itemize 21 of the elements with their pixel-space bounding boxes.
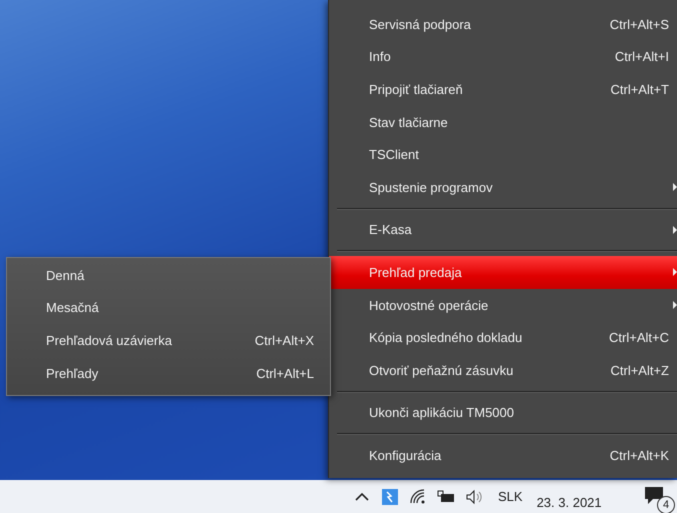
menu-item[interactable]: Spustenie programov [329,170,677,204]
menu-item[interactable]: Hotovostné operácie [329,288,677,322]
menu-item[interactable]: Servisná podpora Ctrl+Alt+S [329,8,677,41]
menu-item[interactable]: Mesačná [7,292,330,324]
menu-item[interactable]: Prehľad predaja [329,256,677,289]
menu-item[interactable]: Pripojiť tlačiareň Ctrl+Alt+T [329,73,677,106]
taskbar-date[interactable]: 23. 3. 2021 [536,495,602,510]
menu-item[interactable]: Konfigurácia Ctrl+Alt+K [329,439,677,472]
menu-item[interactable]: Ukonči aplikáciu TM5000 [329,396,677,430]
menu-item[interactable]: Kópia posledného dokladu Ctrl+Alt+C [329,321,677,354]
menu-item[interactable]: Otvoriť peňažnú zásuvku Ctrl+Alt+Z [329,354,677,387]
menu-item[interactable]: E-Kasa [329,214,677,246]
notification-count: 4 [657,496,675,513]
menu-item[interactable]: Denná [7,259,330,292]
menu-item[interactable]: Prehľadová uzávierka Ctrl+Alt+X [7,324,330,357]
menu-item[interactable]: TSClient [329,138,677,171]
app-tray-icon[interactable] [380,486,400,506]
menu-item[interactable]: Prehľady Ctrl+Alt+L [7,356,330,390]
menu-item[interactable]: Info Ctrl+Alt+I [329,40,677,74]
language-indicator[interactable]: SLK [498,489,523,504]
menu-item[interactable]: Stav tlačiarne [329,106,677,138]
